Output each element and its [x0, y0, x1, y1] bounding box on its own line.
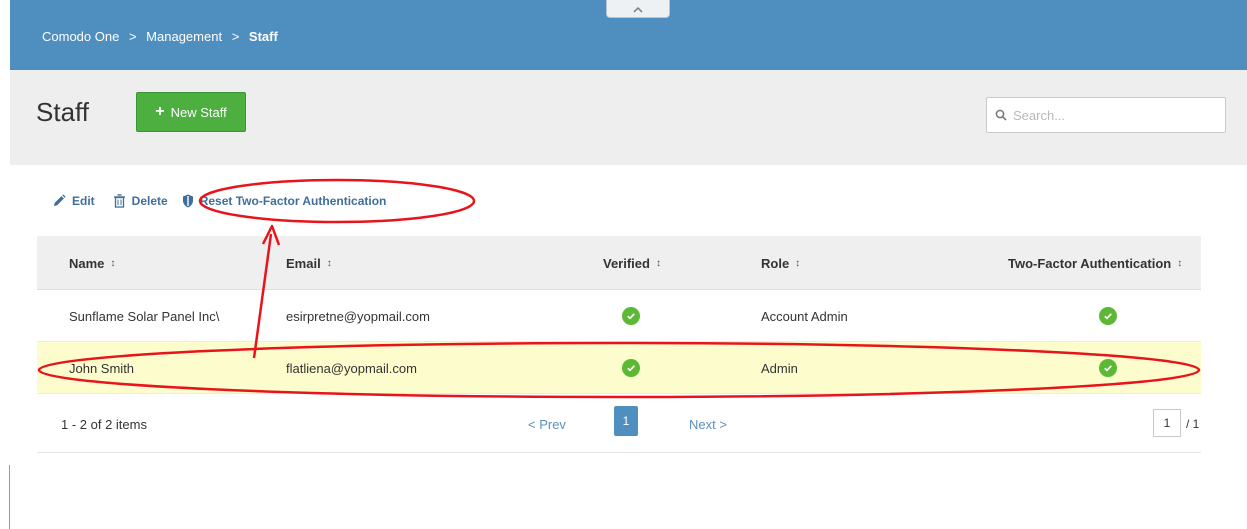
column-header-two-factor[interactable]: Two-Factor Authentication ↕: [1008, 236, 1182, 290]
new-staff-button[interactable]: + New Staff: [136, 92, 246, 132]
cell-name: Sunflame Solar Panel Inc\: [69, 308, 220, 324]
page-number-input[interactable]: [1153, 409, 1181, 437]
breadcrumb-item-management[interactable]: Management: [146, 29, 222, 44]
pencil-icon: [54, 194, 66, 206]
action-bar: Edit Delete Reset Two-Factor Authenticat…: [52, 190, 386, 212]
edit-label: Edit: [72, 194, 95, 208]
column-header-email[interactable]: Email ↕: [286, 236, 332, 290]
search-input[interactable]: [1013, 107, 1213, 123]
sort-icon: ↕: [655, 257, 661, 269]
table-row[interactable]: Sunflame Solar Panel Inc\ esirpretne@yop…: [37, 290, 1201, 342]
column-header-verified[interactable]: Verified ↕: [603, 236, 661, 290]
breadcrumb-current: Staff: [248, 29, 278, 44]
check-circle-icon: [1099, 359, 1117, 377]
column-header-name[interactable]: Name ↕: [69, 236, 115, 290]
pagination-bar: 1 - 2 of 2 items < Prev 1 Next > / 1: [37, 397, 1201, 453]
column-header-role[interactable]: Role ↕: [761, 236, 800, 290]
new-staff-label: New Staff: [170, 104, 227, 120]
collapse-header-tab[interactable]: [606, 0, 670, 18]
delete-button[interactable]: Delete: [113, 194, 168, 208]
check-circle-icon: [622, 307, 640, 325]
plus-icon: +: [155, 103, 165, 120]
page-title: Staff: [36, 97, 90, 127]
next-page-link[interactable]: Next >: [689, 417, 727, 432]
cell-verified: [622, 290, 640, 342]
sort-icon: ↕: [795, 257, 801, 269]
shield-icon: [182, 194, 193, 208]
panel-border: [9, 465, 10, 529]
cell-role: Admin: [761, 360, 798, 376]
column-header-label: Verified: [603, 255, 650, 271]
cell-verified: [622, 342, 640, 394]
page-number-current[interactable]: 1: [614, 406, 638, 436]
chevron-up-icon: [633, 6, 643, 13]
check-circle-icon: [622, 359, 640, 377]
cell-two-factor: [1099, 342, 1117, 394]
breadcrumb-separator: >: [231, 29, 240, 44]
table-row-selected[interactable]: John Smith flatliena@yopmail.com Admin: [37, 342, 1201, 394]
cell-email: esirpretne@yopmail.com: [286, 308, 430, 324]
breadcrumb-separator: >: [128, 29, 137, 44]
reset-two-factor-button[interactable]: Reset Two-Factor Authentication: [182, 194, 387, 208]
cell-email: flatliena@yopmail.com: [286, 360, 417, 376]
sort-icon: ↕: [1177, 257, 1183, 269]
sort-icon: ↕: [326, 257, 332, 269]
column-header-label: Role: [761, 255, 790, 271]
reset-two-factor-label: Reset Two-Factor Authentication: [199, 194, 387, 208]
cell-name: John Smith: [69, 360, 135, 376]
delete-label: Delete: [131, 194, 168, 208]
column-header-label: Two-Factor Authentication: [1008, 255, 1172, 271]
column-header-label: Name: [69, 255, 105, 271]
cell-two-factor: [1099, 290, 1117, 342]
staff-table: Name ↕ Email ↕ Verified ↕ Role ↕ Two-Fac…: [37, 236, 1201, 394]
check-circle-icon: [1099, 307, 1117, 325]
table-header: Name ↕ Email ↕ Verified ↕ Role ↕ Two-Fac…: [37, 236, 1201, 290]
top-bar: Comodo One > Management > Staff: [10, 0, 1247, 70]
prev-page-link[interactable]: < Prev: [528, 417, 566, 432]
sort-icon: ↕: [110, 257, 116, 269]
search-icon: [995, 109, 1007, 121]
trash-icon: [113, 194, 125, 208]
page-total: / 1: [1186, 417, 1200, 431]
search-box[interactable]: [986, 97, 1226, 133]
column-header-label: Email: [286, 255, 321, 271]
cell-role: Account Admin: [761, 308, 848, 324]
item-count: 1 - 2 of 2 items: [61, 417, 147, 432]
edit-button[interactable]: Edit: [52, 194, 95, 208]
breadcrumb-item-comodo-one[interactable]: Comodo One: [42, 29, 119, 44]
breadcrumb: Comodo One > Management > Staff: [42, 29, 278, 44]
